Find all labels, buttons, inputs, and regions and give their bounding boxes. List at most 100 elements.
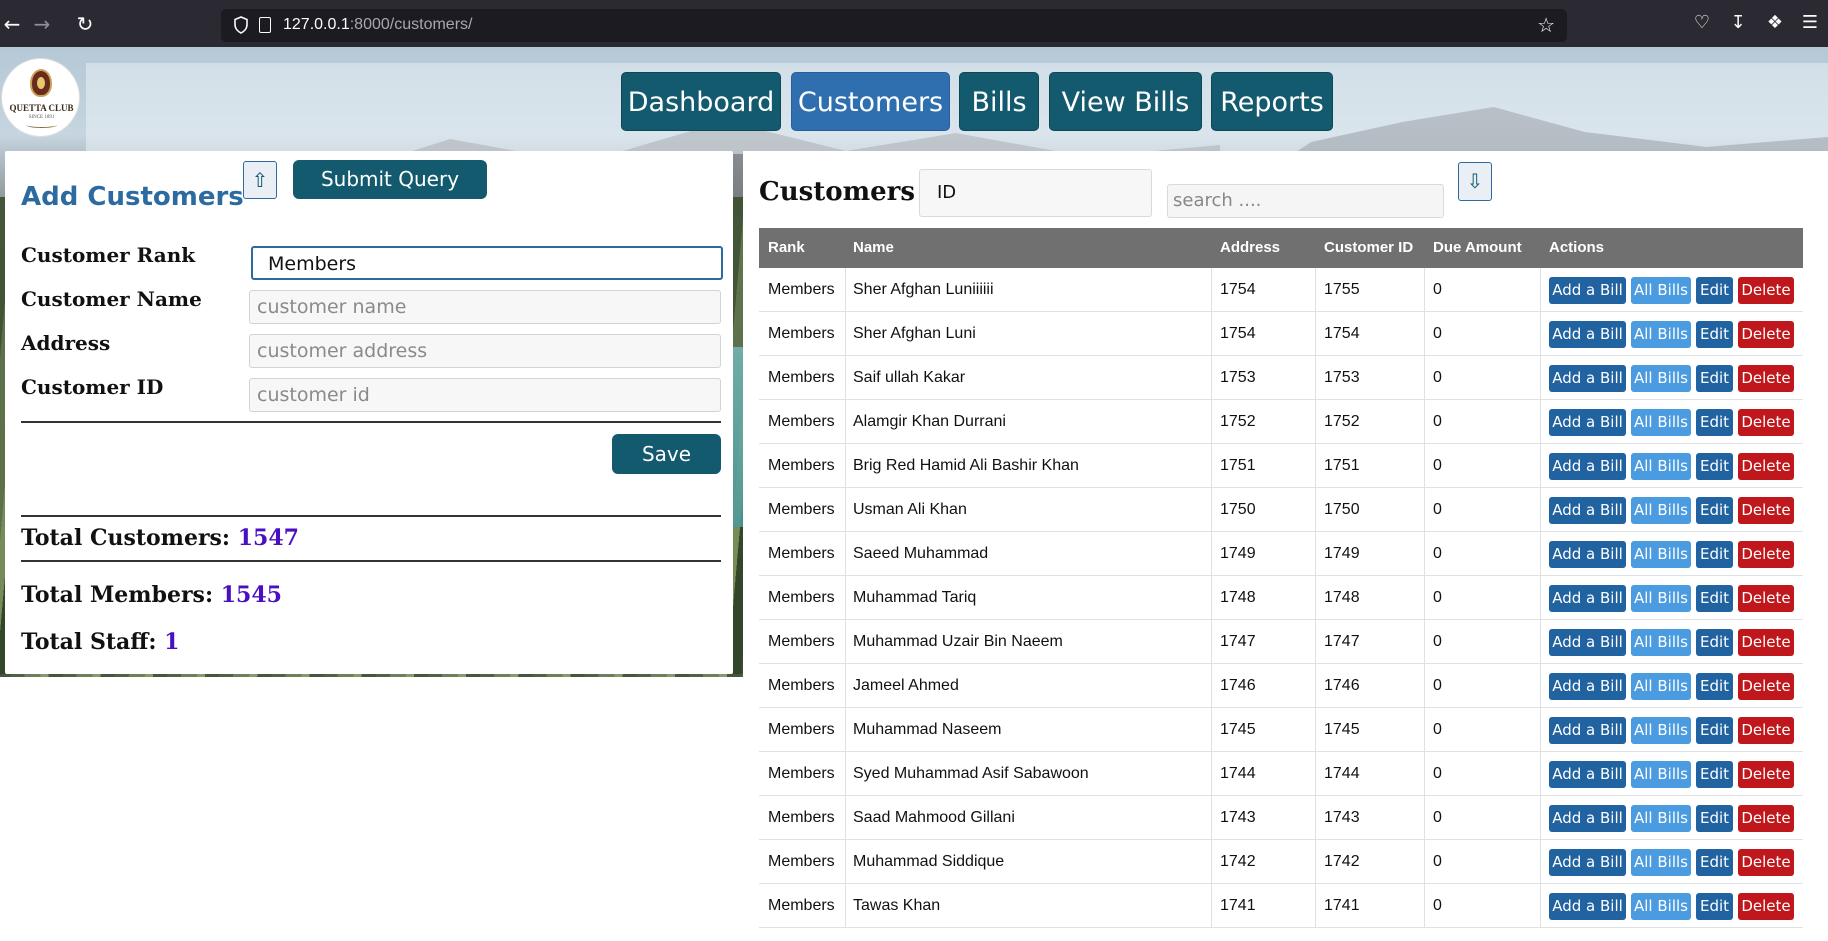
column-divider (1424, 400, 1425, 444)
all-bills-button[interactable]: All Bills (1631, 497, 1691, 524)
customer-name-input[interactable]: customer name (249, 290, 721, 324)
cell-rank: Members (768, 677, 835, 694)
edit-button[interactable]: Edit (1696, 849, 1733, 876)
edit-button[interactable]: Edit (1696, 497, 1733, 524)
menu-icon[interactable]: ☰ (1799, 12, 1821, 34)
star-icon[interactable]: ☆ (1537, 13, 1555, 37)
search-input[interactable]: search .... (1167, 184, 1444, 218)
edit-button[interactable]: Edit (1696, 365, 1733, 392)
delete-button[interactable]: Delete (1738, 849, 1794, 876)
add-bill-button[interactable]: Add a Bill (1549, 365, 1626, 392)
edit-button[interactable]: Edit (1696, 321, 1733, 348)
cell-due-amount: 0 (1433, 765, 1442, 782)
reload-icon[interactable]: ↻ (73, 12, 97, 36)
all-bills-button[interactable]: All Bills (1631, 629, 1691, 656)
delete-button[interactable]: Delete (1738, 497, 1794, 524)
nav-dashboard[interactable]: Dashboard (621, 72, 781, 131)
edit-button[interactable]: Edit (1696, 629, 1733, 656)
nav-bills[interactable]: Bills (959, 72, 1039, 131)
customer-rank-select[interactable]: Members (251, 246, 723, 280)
add-bill-button[interactable]: Add a Bill (1549, 409, 1626, 436)
nav-view-bills[interactable]: View Bills (1049, 72, 1202, 131)
download-icon[interactable]: ↧ (1727, 12, 1749, 34)
address-bar[interactable]: 127.0.0.1:8000/customers/ ☆ (221, 9, 1567, 42)
column-divider (1211, 708, 1212, 752)
add-bill-button[interactable]: Add a Bill (1549, 585, 1626, 612)
edit-button[interactable]: Edit (1696, 409, 1733, 436)
all-bills-button[interactable]: All Bills (1631, 541, 1691, 568)
edit-button[interactable]: Edit (1696, 893, 1733, 920)
add-bill-button[interactable]: Add a Bill (1549, 805, 1626, 832)
edit-button[interactable]: Edit (1696, 541, 1733, 568)
edit-button[interactable]: Edit (1696, 717, 1733, 744)
delete-button[interactable]: Delete (1738, 277, 1794, 304)
cell-customer-id: 1741 (1324, 897, 1360, 914)
shield-icon[interactable] (233, 16, 249, 34)
delete-button[interactable]: Delete (1738, 717, 1794, 744)
delete-button[interactable]: Delete (1738, 365, 1794, 392)
table-row: Members Muhammad Naseem 1745 1745 0 Add a Bil… (759, 708, 1803, 752)
extensions-icon[interactable]: ❖ (1764, 12, 1786, 34)
delete-button[interactable]: Delete (1738, 805, 1794, 832)
add-bill-button[interactable]: Add a Bill (1549, 277, 1626, 304)
all-bills-button[interactable]: All Bills (1631, 409, 1691, 436)
add-bill-button[interactable]: Add a Bill (1549, 629, 1626, 656)
delete-button[interactable]: Delete (1738, 673, 1794, 700)
add-bill-button[interactable]: Add a Bill (1549, 673, 1626, 700)
delete-button[interactable]: Delete (1738, 321, 1794, 348)
add-bill-button[interactable]: Add a Bill (1549, 717, 1626, 744)
add-bill-button[interactable]: Add a Bill (1549, 761, 1626, 788)
add-bill-button[interactable]: Add a Bill (1549, 453, 1626, 480)
customer-id-input[interactable]: customer id (249, 378, 721, 412)
all-bills-button[interactable]: All Bills (1631, 893, 1691, 920)
nav-customers[interactable]: Customers (791, 72, 950, 131)
club-logo[interactable]: QUETTA CLUB SINCE 1891 (1, 58, 80, 137)
column-divider (1211, 268, 1212, 312)
cell-customer-id: 1748 (1324, 589, 1360, 606)
submit-query-button[interactable]: Submit Query (293, 160, 487, 199)
add-bill-button[interactable]: Add a Bill (1549, 541, 1626, 568)
all-bills-button[interactable]: All Bills (1631, 277, 1691, 304)
edit-button[interactable]: Edit (1696, 673, 1733, 700)
delete-button[interactable]: Delete (1738, 761, 1794, 788)
all-bills-button[interactable]: All Bills (1631, 805, 1691, 832)
add-bill-button[interactable]: Add a Bill (1549, 849, 1626, 876)
search-field-select[interactable]: ID (919, 169, 1152, 217)
add-bill-button[interactable]: Add a Bill (1549, 497, 1626, 524)
forward-icon[interactable]: → (30, 12, 54, 36)
cell-customer-id: 1755 (1324, 281, 1360, 298)
total-customers-stat: Total Customers: 1547 (21, 525, 299, 551)
back-icon[interactable]: ← (0, 12, 24, 36)
cell-customer-id: 1746 (1324, 677, 1360, 694)
url-text[interactable]: 127.0.0.1:8000/customers/ (283, 16, 472, 34)
header-band (86, 63, 1828, 154)
delete-button[interactable]: Delete (1738, 541, 1794, 568)
all-bills-button[interactable]: All Bills (1631, 453, 1691, 480)
add-bill-button[interactable]: Add a Bill (1549, 893, 1626, 920)
all-bills-button[interactable]: All Bills (1631, 365, 1691, 392)
delete-button[interactable]: Delete (1738, 409, 1794, 436)
all-bills-button[interactable]: All Bills (1631, 717, 1691, 744)
import-icon[interactable]: ⇩ (1458, 162, 1492, 201)
add-bill-button[interactable]: Add a Bill (1549, 321, 1626, 348)
pocket-icon[interactable]: ♡ (1691, 12, 1713, 34)
edit-button[interactable]: Edit (1696, 277, 1733, 304)
all-bills-button[interactable]: All Bills (1631, 585, 1691, 612)
all-bills-button[interactable]: All Bills (1631, 761, 1691, 788)
delete-button[interactable]: Delete (1738, 453, 1794, 480)
edit-button[interactable]: Edit (1696, 453, 1733, 480)
edit-button[interactable]: Edit (1696, 805, 1733, 832)
edit-button[interactable]: Edit (1696, 761, 1733, 788)
customer-address-input[interactable]: customer address (249, 334, 721, 368)
nav-reports[interactable]: Reports (1211, 72, 1333, 131)
cell-rank: Members (768, 589, 835, 606)
save-button[interactable]: Save (612, 434, 721, 474)
all-bills-button[interactable]: All Bills (1631, 673, 1691, 700)
delete-button[interactable]: Delete (1738, 893, 1794, 920)
all-bills-button[interactable]: All Bills (1631, 321, 1691, 348)
all-bills-button[interactable]: All Bills (1631, 849, 1691, 876)
export-icon[interactable]: ⇧ (243, 161, 277, 199)
delete-button[interactable]: Delete (1738, 585, 1794, 612)
delete-button[interactable]: Delete (1738, 629, 1794, 656)
edit-button[interactable]: Edit (1696, 585, 1733, 612)
